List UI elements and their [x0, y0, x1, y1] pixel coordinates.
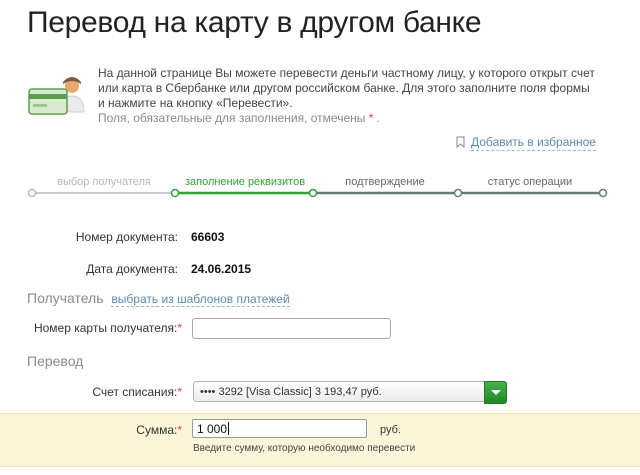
debit-account-select[interactable]: •••• 3292 [Visa Classic] 3 193,47 руб. — [193, 381, 507, 404]
recipient-card-number-input[interactable] — [192, 318, 391, 339]
intro-text-block: На данной странице Вы можете перевести д… — [98, 66, 598, 126]
add-to-favorites-link[interactable]: Добавить в избранное — [456, 135, 596, 151]
document-number-value: 66603 — [191, 230, 225, 244]
amount-currency: руб. — [380, 424, 401, 436]
add-to-favorites-label: Добавить в избранное — [471, 135, 596, 151]
step-operation-status: статус операции — [487, 176, 573, 188]
required-mark: * — [177, 385, 182, 399]
required-mark: * — [368, 111, 374, 125]
bookmark-icon — [456, 136, 465, 151]
required-note: Поля, обязательные для заполнения, отмеч… — [98, 111, 381, 125]
required-mark: * — [177, 423, 182, 437]
document-date-value: 24.06.2015 — [191, 262, 252, 276]
amount-value: 1 000 — [197, 422, 228, 436]
recipient-section-title: Получатель выбрать из шаблонов платежей — [27, 290, 290, 307]
page-title: Перевод на карту в другом банке — [27, 6, 482, 39]
step-fill-details: заполнение реквизитов — [184, 176, 306, 188]
transfer-section-title: Перевод — [27, 353, 84, 369]
step-select-recipient: выбор получателя — [57, 176, 151, 188]
document-date-label: Дата документа: — [86, 262, 178, 276]
choose-template-link[interactable]: выбрать из шаблонов платежей — [111, 292, 290, 307]
text-caret — [228, 422, 230, 435]
amount-input[interactable]: 1 000 — [192, 419, 367, 438]
intro-text: На данной странице Вы можете перевести д… — [98, 66, 595, 110]
chevron-down-icon[interactable] — [484, 381, 507, 404]
document-number-label: Номер документа: — [75, 230, 178, 244]
debit-account-value: •••• 3292 [Visa Classic] 3 193,47 руб. — [200, 386, 382, 398]
progress-steps: выбор получателя заполнение реквизитов п… — [0, 170, 640, 204]
amount-help-text: Введите сумму, которую необходимо переве… — [193, 443, 416, 454]
required-mark: * — [177, 321, 182, 335]
card-number-label: Номер карты получателя:* — [33, 321, 182, 335]
debit-account-label: Счет списания:* — [92, 385, 182, 399]
card-transfer-icon — [27, 72, 85, 120]
step-confirmation: подтверждение — [345, 176, 425, 188]
amount-label: Сумма:* — [136, 423, 182, 437]
